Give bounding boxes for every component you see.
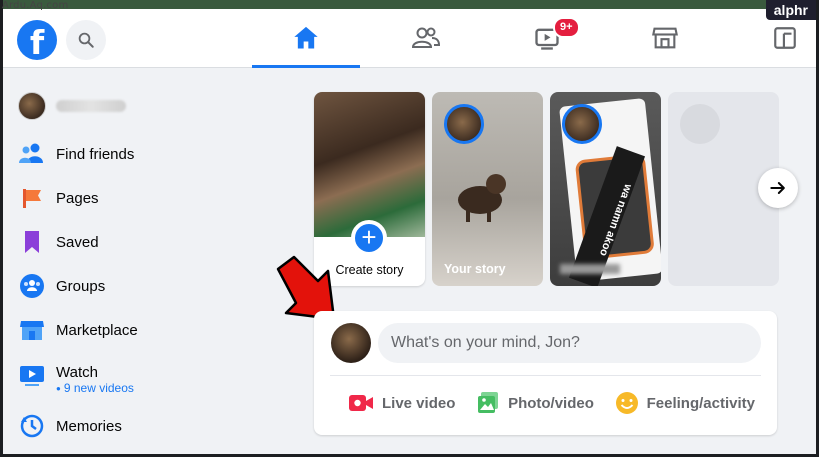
left-sidebar: Find friends Pages Saved Groups Marketpl… <box>18 88 278 448</box>
marketplace-icon <box>652 27 678 49</box>
composer-actions: Live video Photo/video Feeling/activity <box>330 381 761 425</box>
top-navigation-bar: f 9+ <box>3 9 816 68</box>
friend-story-card[interactable]: wa namn akoo <box>550 92 661 286</box>
sidebar-item-label: Watch <box>56 363 98 381</box>
whats-on-your-mind-input[interactable]: What's on your mind, Jon? <box>378 323 761 363</box>
watch-icon <box>18 362 46 390</box>
sidebar-item-label: Find friends <box>56 145 135 163</box>
clock-icon <box>18 412 46 440</box>
flag-icon <box>18 184 46 212</box>
photo-video-button[interactable]: Photo/video <box>476 391 594 415</box>
friends-icon <box>18 140 46 168</box>
sidebar-item-pages[interactable]: Pages <box>18 176 278 220</box>
blurred-story-name <box>560 264 620 274</box>
search-button[interactable] <box>66 20 106 60</box>
story-avatar <box>562 104 602 144</box>
home-icon <box>294 26 318 49</box>
photo-icon <box>476 391 500 415</box>
your-story-label: Your story <box>444 262 506 276</box>
site-watermark: Ardu.Aq.com <box>2 0 69 11</box>
sidebar-item-memories[interactable]: Memories <box>18 404 278 448</box>
tab-home[interactable] <box>252 9 360 68</box>
user-avatar[interactable] <box>331 323 371 363</box>
gaming-icon <box>774 27 796 49</box>
sidebar-item-groups[interactable]: Groups <box>18 264 278 308</box>
watch-notification-badge: 9+ <box>553 17 580 38</box>
sidebar-item-label: Groups <box>56 277 106 295</box>
search-icon <box>78 32 94 48</box>
sidebar-item-label: Memories <box>56 417 122 435</box>
sidebar-item-label: Pages <box>56 189 99 207</box>
arrow-right-icon <box>770 182 785 194</box>
composer-divider <box>330 375 761 376</box>
blurred-profile-name <box>56 100 126 112</box>
stories-next-button[interactable] <box>758 168 798 208</box>
groups-icon <box>18 272 46 300</box>
screenshot-frame-left <box>0 0 3 457</box>
sidebar-item-label: Marketplace <box>56 321 138 339</box>
add-story-button[interactable]: + <box>351 220 387 256</box>
profile-avatar <box>18 92 46 120</box>
alphr-watermark: alphr <box>765 0 816 20</box>
tab-watch[interactable]: 9+ <box>493 9 601 67</box>
friends-icon <box>411 27 441 48</box>
watch-new-videos-count: 9 new videos <box>56 381 134 395</box>
bookmark-icon <box>18 228 46 256</box>
smiley-icon <box>615 391 639 415</box>
profile-cover-photo <box>314 92 425 237</box>
live-video-button[interactable]: Live video <box>348 392 455 414</box>
sidebar-item-profile[interactable] <box>18 88 278 124</box>
create-post-composer: What's on your mind, Jon? Live video Pho… <box>314 311 777 435</box>
tab-marketplace[interactable] <box>611 9 719 67</box>
sidebar-item-find-friends[interactable]: Find friends <box>18 132 278 176</box>
sidebar-item-label: Saved <box>56 233 99 251</box>
photo-video-label: Photo/video <box>508 394 594 412</box>
sidebar-item-marketplace[interactable]: Marketplace <box>18 308 278 352</box>
dog-photo <box>458 174 506 222</box>
sidebar-item-saved[interactable]: Saved <box>18 220 278 264</box>
sidebar-item-watch[interactable]: Watch 9 new videos <box>18 352 278 404</box>
facebook-logo[interactable]: f <box>17 20 57 60</box>
video-camera-icon <box>348 392 374 414</box>
feeling-activity-label: Feeling/activity <box>646 394 755 412</box>
marketplace-icon <box>18 316 46 344</box>
live-video-label: Live video <box>382 394 456 412</box>
screenshot-frame-top <box>0 0 819 9</box>
placeholder-avatar <box>680 104 720 144</box>
tab-friends[interactable] <box>372 9 480 67</box>
your-story-card[interactable]: Your story <box>432 92 543 286</box>
feeling-activity-button[interactable]: Feeling/activity <box>615 391 755 415</box>
